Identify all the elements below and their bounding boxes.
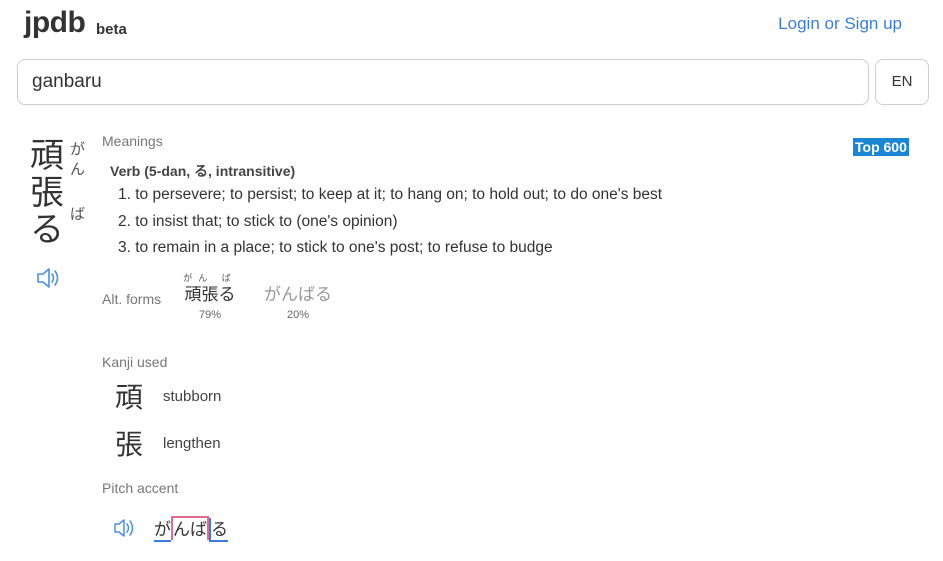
alt-form-furigana: がん ば (183, 273, 237, 283)
alt-forms-label: Alt. forms (102, 291, 162, 307)
pitch-accent-label: Pitch accent (102, 480, 179, 496)
furigana-char: が (70, 141, 86, 158)
speaker-icon[interactable] (35, 265, 63, 291)
meaning-item: 1. to persevere; to persist; to keep at … (118, 186, 663, 203)
meanings-list: 1. to persevere; to persist; to keep at … (118, 182, 662, 262)
pitch-speaker-icon[interactable] (112, 516, 138, 540)
alt-form-word: がんばる (264, 285, 332, 304)
language-button[interactable]: EN (875, 59, 929, 105)
beta-label: beta (96, 21, 127, 38)
site-logo[interactable]: jpdb (24, 6, 86, 40)
vocabulary-word: 頑 張 る が ん ば (30, 138, 90, 250)
alt-form-percent: 20% (286, 309, 310, 321)
meanings-label: Meanings (102, 133, 163, 149)
pitch-mora-low: る (209, 518, 228, 542)
part-of-speech: Verb (5-dan, る, intransitive) (110, 163, 296, 179)
pitch-accent-diagram: がんばる (154, 516, 228, 542)
pitch-mora-high: んば (171, 516, 209, 540)
alt-form-item[interactable]: がんばる 20% (260, 272, 336, 321)
meaning-item: 3. to remain in a place; to stick to one… (118, 239, 553, 256)
kanji-character: 頑 (115, 382, 144, 413)
kanji-used-label: Kanji used (102, 354, 168, 370)
frequency-badge: Top 600 (853, 138, 909, 156)
search-input[interactable]: ganbaru (17, 59, 869, 105)
alt-form-item[interactable]: がん ば 頑張る 79% (180, 272, 240, 321)
kanji-meaning: stubborn (163, 388, 222, 405)
word-furigana: が ん ば (70, 140, 90, 225)
pitch-mora-low: が (154, 518, 171, 542)
word-kanji-char: 張 (30, 174, 64, 212)
alt-form-percent: 79% (198, 309, 222, 321)
alt-form-word: 頑張る (184, 285, 236, 304)
furigana-char: ん (70, 161, 86, 178)
meaning-item: 2. to insist that; to stick to (one's op… (118, 212, 398, 230)
kanji-meaning: lengthen (163, 435, 221, 452)
word-kanji-char: る (30, 211, 64, 249)
word-kanji-char: 頑 (30, 137, 64, 175)
kanji-character: 張 (115, 429, 144, 460)
word-kanji: 頑 張 る (30, 138, 70, 249)
login-signup-link[interactable]: Login or Sign up (778, 14, 902, 34)
furigana-char: ば (70, 206, 86, 223)
header: jpdb beta Login or Sign up (0, 0, 943, 56)
